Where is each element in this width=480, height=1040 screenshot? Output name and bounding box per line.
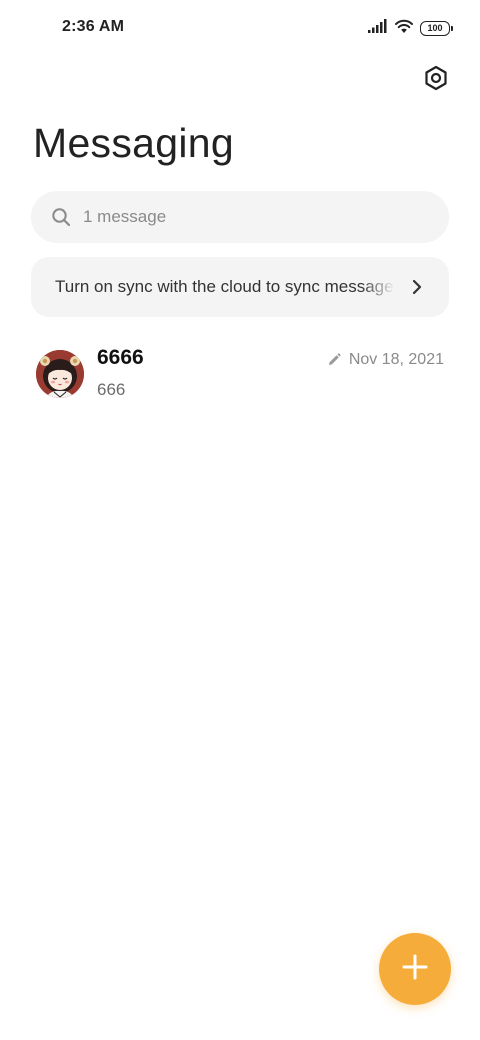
new-message-button[interactable] xyxy=(379,933,451,1005)
settings-button[interactable] xyxy=(420,64,452,96)
status-time: 2:36 AM xyxy=(62,18,125,35)
settings-icon xyxy=(423,65,449,96)
contact-name: 6666 xyxy=(97,346,144,369)
signal-icon xyxy=(368,18,388,38)
status-bar: 2:36 AM 100 xyxy=(0,0,480,56)
search-icon xyxy=(51,207,71,227)
chevron-right-icon xyxy=(407,277,427,297)
cloud-sync-banner[interactable]: Turn on sync with the cloud to sync mess… xyxy=(31,257,449,317)
search-input[interactable] xyxy=(83,207,403,227)
status-icons: 100 xyxy=(368,18,453,39)
message-date: Nov 18, 2021 xyxy=(348,351,444,368)
contact-avatar[interactable] xyxy=(36,350,84,398)
wifi-icon xyxy=(394,18,414,39)
search-bar[interactable] xyxy=(31,191,449,243)
message-preview: 666 xyxy=(97,380,126,399)
battery-icon: 100 xyxy=(420,20,453,36)
cloud-sync-text: Turn on sync with the cloud to sync mess… xyxy=(55,277,395,296)
plus-icon xyxy=(401,953,429,986)
page-title: Messaging xyxy=(33,120,234,166)
pencil-icon xyxy=(327,353,341,367)
conversation-meta: Nov 18, 2021 xyxy=(327,351,444,369)
conversation-item[interactable]: 6666 666 Nov 18, 2021 xyxy=(0,340,480,412)
